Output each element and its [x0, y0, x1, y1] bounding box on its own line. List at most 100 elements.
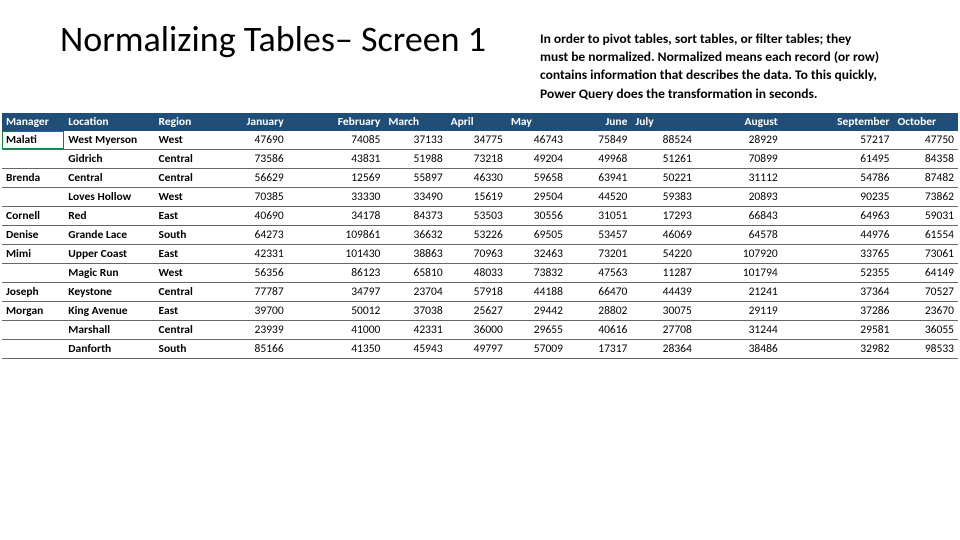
cell-value: 53503 [447, 206, 507, 225]
cell-location: Marshall [64, 320, 154, 339]
slide-description: In order to pivot tables, sort tables, o… [540, 20, 900, 103]
cell-value: 23939 [217, 320, 288, 339]
cell-location: Gidrich [64, 149, 154, 168]
cell-value: 29119 [696, 301, 782, 320]
cell-value: 46743 [507, 131, 567, 150]
cell-value: 29655 [507, 320, 567, 339]
col-september: September [782, 113, 894, 131]
cell-manager: Morgan [2, 301, 64, 320]
cell-manager [2, 339, 64, 358]
cell-value: 40616 [567, 320, 631, 339]
cell-region: West [155, 263, 217, 282]
cell-value: 65810 [384, 263, 446, 282]
cell-value: 59031 [893, 206, 958, 225]
table-row: MalatiWest MyersonWest476907408537133347… [2, 131, 958, 150]
cell-value: 46069 [631, 225, 695, 244]
table-header-row: Manager Location Region January February… [2, 113, 958, 131]
table-row: MimiUpper CoastEast423311014303886370963… [2, 244, 958, 263]
cell-value: 11287 [631, 263, 695, 282]
cell-manager: Joseph [2, 282, 64, 301]
cell-region: East [155, 206, 217, 225]
cell-value: 44439 [631, 282, 695, 301]
cell-value: 49204 [507, 149, 567, 168]
cell-value: 90235 [782, 187, 894, 206]
cell-value: 63941 [567, 168, 631, 187]
cell-region: Central [155, 320, 217, 339]
cell-value: 73218 [447, 149, 507, 168]
cell-value: 59658 [507, 168, 567, 187]
cell-manager: Brenda [2, 168, 64, 187]
cell-value: 29581 [782, 320, 894, 339]
table-row: Magic RunWest563568612365810480337383247… [2, 263, 958, 282]
cell-value: 73061 [893, 244, 958, 263]
cell-value: 12569 [288, 168, 385, 187]
cell-value: 85166 [217, 339, 288, 358]
cell-value: 73201 [567, 244, 631, 263]
cell-manager: Mimi [2, 244, 64, 263]
cell-value: 87482 [893, 168, 958, 187]
cell-value: 28802 [567, 301, 631, 320]
table-row: MorganKing AvenueEast3970050012370382562… [2, 301, 958, 320]
cell-value: 37286 [782, 301, 894, 320]
cell-value: 48033 [447, 263, 507, 282]
cell-value: 51261 [631, 149, 695, 168]
cell-value: 61495 [782, 149, 894, 168]
cell-value: 75849 [567, 131, 631, 150]
cell-value: 49968 [567, 149, 631, 168]
table-row: DanforthSouth851664135045943497975700917… [2, 339, 958, 358]
cell-value: 37364 [782, 282, 894, 301]
cell-value: 43831 [288, 149, 385, 168]
cell-value: 64273 [217, 225, 288, 244]
cell-value: 17293 [631, 206, 695, 225]
cell-location: Grande Lace [64, 225, 154, 244]
cell-value: 31244 [696, 320, 782, 339]
cell-value: 38863 [384, 244, 446, 263]
cell-manager [2, 263, 64, 282]
cell-value: 52355 [782, 263, 894, 282]
cell-location: Loves Hollow [64, 187, 154, 206]
data-table: Manager Location Region January February… [2, 113, 958, 359]
cell-value: 42331 [217, 244, 288, 263]
cell-value: 54220 [631, 244, 695, 263]
cell-value: 109861 [288, 225, 385, 244]
table-row: CornellRedEast40690341788437353503305563… [2, 206, 958, 225]
cell-value: 23704 [384, 282, 446, 301]
cell-value: 44976 [782, 225, 894, 244]
cell-value: 15619 [447, 187, 507, 206]
cell-value: 38486 [696, 339, 782, 358]
cell-value: 64578 [696, 225, 782, 244]
col-july: July [631, 113, 695, 131]
cell-value: 42331 [384, 320, 446, 339]
cell-value: 61554 [893, 225, 958, 244]
table-row: GidrichCentral73586438315198873218492044… [2, 149, 958, 168]
cell-value: 49797 [447, 339, 507, 358]
cell-value: 66470 [567, 282, 631, 301]
data-table-container: Manager Location Region January February… [0, 113, 960, 359]
cell-value: 31112 [696, 168, 782, 187]
cell-location: Red [64, 206, 154, 225]
cell-value: 86123 [288, 263, 385, 282]
cell-manager [2, 187, 64, 206]
cell-value: 73832 [507, 263, 567, 282]
col-manager: Manager [2, 113, 64, 131]
cell-value: 33490 [384, 187, 446, 206]
cell-value: 57009 [507, 339, 567, 358]
cell-manager: Cornell [2, 206, 64, 225]
col-region: Region [155, 113, 217, 131]
col-january: January [217, 113, 288, 131]
table-row: Loves HollowWest703853333033490156192950… [2, 187, 958, 206]
cell-region: South [155, 225, 217, 244]
cell-manager[interactable]: Malati [2, 131, 64, 150]
cell-value: 50221 [631, 168, 695, 187]
cell-value: 44520 [567, 187, 631, 206]
cell-value: 74085 [288, 131, 385, 150]
col-august: August [696, 113, 782, 131]
cell-value: 88524 [631, 131, 695, 150]
cell-value: 101430 [288, 244, 385, 263]
cell-region: West [155, 187, 217, 206]
cell-value: 27708 [631, 320, 695, 339]
cell-region: Central [155, 282, 217, 301]
cell-value: 29442 [507, 301, 567, 320]
cell-value: 29504 [507, 187, 567, 206]
cell-value: 47563 [567, 263, 631, 282]
